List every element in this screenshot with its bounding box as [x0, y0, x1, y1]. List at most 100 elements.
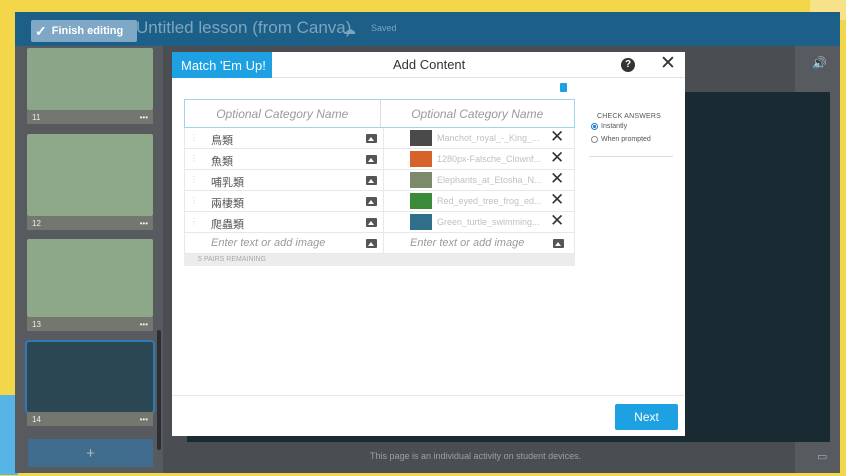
- left-item-cell[interactable]: ⋮ 魚類: [185, 149, 384, 169]
- finish-editing-button[interactable]: ✓ Finish editing: [31, 20, 137, 42]
- radio-label: When prompted: [601, 136, 651, 143]
- left-item-text: 魚類: [211, 156, 233, 168]
- remove-icon[interactable]: ✕: [550, 190, 564, 210]
- radio-when-prompted[interactable]: When prompted: [591, 136, 651, 143]
- slide-thumbnail-12[interactable]: [27, 134, 153, 216]
- slide-footer: 12 •••: [27, 216, 153, 230]
- drag-handle-icon[interactable]: ⋮: [190, 175, 198, 184]
- category-row: Optional Category Name Optional Category…: [184, 99, 575, 128]
- new-pair-row: Enter text or add image Enter text or ad…: [184, 233, 575, 254]
- image-icon[interactable]: [366, 239, 377, 248]
- right-item-filename: Manchot_royal_-_King_...: [436, 133, 540, 143]
- drag-handle-icon[interactable]: ⋮: [190, 154, 198, 163]
- top-bar: ✓ Finish editing Untitled lesson (from C…: [15, 12, 840, 46]
- left-item-text: 哺乳類: [211, 177, 244, 189]
- right-item-cell[interactable]: Red_eyed_tree_frog_ed... ✕: [384, 190, 574, 211]
- radio-instantly[interactable]: Instantly: [591, 123, 627, 130]
- drag-handle-icon[interactable]: ⋮: [190, 133, 198, 142]
- slide-scrollbar[interactable]: [157, 330, 161, 450]
- next-button[interactable]: Next: [615, 404, 678, 430]
- category-name-input-left[interactable]: Optional Category Name: [185, 100, 380, 127]
- drag-handle-icon[interactable]: ⋮: [190, 217, 198, 226]
- footer-divider: [172, 395, 685, 396]
- lesson-title[interactable]: Untitled lesson (from Canva): [136, 18, 351, 38]
- modal-header: Match 'Em Up! Add Content ? ✕: [172, 52, 685, 78]
- modal-title: Add Content: [393, 57, 466, 72]
- left-item-text: 鳥類: [211, 135, 233, 147]
- right-item-cell[interactable]: Manchot_royal_-_King_... ✕: [384, 127, 574, 148]
- left-item-text: 兩棲類: [211, 198, 244, 210]
- add-slide-button[interactable]: +: [28, 439, 153, 467]
- image-thumbnail: [409, 151, 432, 167]
- slide-menu-icon[interactable]: •••: [140, 219, 148, 228]
- radio-unselected-icon[interactable]: [591, 136, 598, 143]
- left-item-cell[interactable]: ⋮ 哺乳類: [185, 170, 384, 190]
- check-answers-panel: CHECK ANSWERS Instantly When prompted: [589, 99, 673, 157]
- slide-footer: 11 •••: [27, 110, 153, 124]
- pair-row: ⋮ 爬蟲類 Green_turtle_swimming... ✕: [184, 211, 575, 233]
- left-input-cell[interactable]: Enter text or add image: [185, 233, 384, 253]
- image-icon[interactable]: [366, 218, 377, 227]
- finish-editing-label: Finish editing: [51, 25, 124, 37]
- image-icon[interactable]: [366, 197, 377, 206]
- slide-footer: 14 •••: [27, 412, 153, 426]
- right-item-filename: 1280px-Falsche_Clownf...: [436, 154, 542, 164]
- right-input-cell[interactable]: Enter text or add image: [384, 233, 574, 253]
- left-item-cell[interactable]: ⋮ 鳥類: [185, 128, 384, 148]
- image-thumbnail: [409, 130, 432, 146]
- trash-icon[interactable]: [560, 83, 567, 92]
- left-input-placeholder[interactable]: Enter text or add image: [211, 237, 325, 249]
- tab-match-em-up[interactable]: Match 'Em Up!: [172, 52, 272, 78]
- slide-menu-icon[interactable]: •••: [140, 415, 148, 424]
- slide-thumbnail-14[interactable]: [25, 340, 155, 414]
- slide-thumbnail-13[interactable]: [27, 239, 153, 317]
- help-icon[interactable]: ?: [621, 58, 635, 72]
- add-slide-icon: +: [86, 444, 95, 462]
- slide-number: 11: [32, 112, 41, 122]
- activity-note: This page is an individual activity on s…: [370, 451, 582, 461]
- right-item-cell[interactable]: 1280px-Falsche_Clownf... ✕: [384, 148, 574, 169]
- right-item-cell[interactable]: Elephants_at_Etosha_N... ✕: [384, 169, 574, 190]
- remove-icon[interactable]: ✕: [550, 169, 564, 189]
- image-thumbnail: [409, 172, 432, 188]
- comment-icon[interactable]: ▭: [817, 450, 827, 463]
- remove-icon[interactable]: ✕: [550, 148, 564, 168]
- slide-number: 13: [32, 319, 41, 329]
- pair-row: ⋮ 哺乳類 Elephants_at_Etosha_N... ✕: [184, 169, 575, 191]
- slide-number: 12: [32, 218, 41, 228]
- image-thumbnail: [409, 193, 432, 209]
- radio-selected-icon[interactable]: [591, 123, 598, 130]
- radio-label: Instantly: [601, 123, 628, 130]
- left-item-cell[interactable]: ⋮ 爬蟲類: [185, 212, 384, 232]
- right-item-cell[interactable]: Green_turtle_swimming... ✕: [384, 211, 574, 232]
- slide-footer: 13 •••: [27, 317, 153, 331]
- cloud-sync-icon: ☁: [343, 22, 356, 37]
- left-item-cell[interactable]: ⋮ 兩棲類: [185, 191, 384, 211]
- pair-row: ⋮ 兩棲類 Red_eyed_tree_frog_ed... ✕: [184, 190, 575, 212]
- image-icon[interactable]: [366, 134, 377, 143]
- right-item-filename: Red_eyed_tree_frog_ed...: [436, 196, 542, 206]
- slide-menu-icon[interactable]: •••: [140, 320, 148, 329]
- pairs-list: ⋮ 鳥類 Manchot_royal_-_King_... ✕ ⋮ 魚類 128…: [184, 127, 575, 254]
- check-answers-title: CHECK ANSWERS: [597, 113, 662, 120]
- close-icon[interactable]: ✕: [660, 54, 676, 74]
- remove-icon[interactable]: ✕: [550, 211, 564, 231]
- pairs-remaining: 5 PAIRS REMAINING: [184, 254, 575, 266]
- remove-icon[interactable]: ✕: [550, 127, 564, 147]
- pair-row: ⋮ 鳥類 Manchot_royal_-_King_... ✕: [184, 127, 575, 149]
- image-icon[interactable]: [552, 239, 564, 248]
- left-item-text: 爬蟲類: [211, 219, 244, 231]
- audio-icon[interactable]: 🔊: [812, 56, 827, 70]
- category-name-input-right[interactable]: Optional Category Name: [379, 100, 575, 127]
- right-input-placeholder[interactable]: Enter text or add image: [410, 237, 524, 249]
- image-icon[interactable]: [366, 176, 377, 185]
- right-item-filename: Green_turtle_swimming...: [436, 217, 540, 227]
- drag-handle-icon[interactable]: ⋮: [190, 196, 198, 205]
- image-icon[interactable]: [366, 155, 377, 164]
- right-item-filename: Elephants_at_Etosha_N...: [436, 175, 542, 185]
- checkmark-icon: ✓: [35, 22, 47, 39]
- pair-row: ⋮ 魚類 1280px-Falsche_Clownf... ✕: [184, 148, 575, 170]
- slide-menu-icon[interactable]: •••: [140, 113, 148, 122]
- image-thumbnail: [409, 214, 432, 230]
- slide-thumbnail-11[interactable]: [27, 48, 153, 110]
